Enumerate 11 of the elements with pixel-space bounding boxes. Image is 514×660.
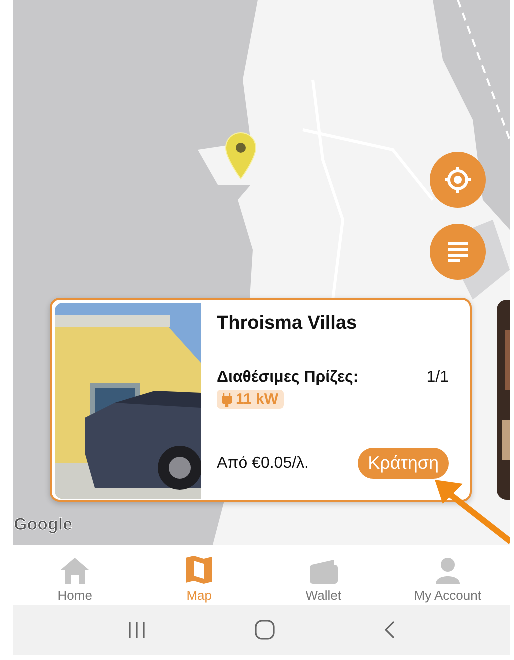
- nav-tab[interactable]: Home: [13, 545, 138, 605]
- wallet-icon: [308, 559, 339, 585]
- nav-tab[interactable]: Wallet: [262, 545, 386, 605]
- home-icon: [60, 557, 90, 585]
- nav-tab[interactable]: Map: [137, 545, 262, 605]
- recent-apps-icon[interactable]: [128, 621, 146, 639]
- map-icon: [185, 555, 214, 585]
- nav-tab[interactable]: My Account: [386, 545, 510, 605]
- back-icon[interactable]: [384, 621, 396, 639]
- person-icon: [434, 557, 461, 585]
- home-button-icon[interactable]: [254, 620, 274, 640]
